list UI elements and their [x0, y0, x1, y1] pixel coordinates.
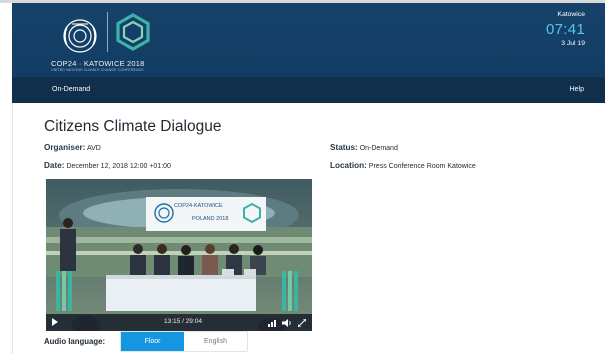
- event-subtitle: UNITED NATIONS CLIMATE CHANGE CONFERENCE: [51, 68, 144, 72]
- backdrop-text-2: POLAND 2018: [192, 216, 229, 222]
- audio-language-label: Audio language:: [44, 337, 106, 346]
- video-controls: 13:15 / 29:04: [46, 314, 312, 331]
- nav-help-link[interactable]: Help: [570, 86, 584, 93]
- clock-time: 07:41: [545, 21, 585, 38]
- clock-location: Katowice: [557, 11, 585, 18]
- organiser-value: AVD: [86, 145, 101, 152]
- fullscreen-icon[interactable]: [298, 319, 306, 327]
- clock-date: 3 Jul 19: [561, 40, 585, 47]
- un-climate-logo-icon: [63, 19, 97, 53]
- location-label: Location:: [330, 161, 367, 170]
- content-left-border: [12, 103, 13, 354]
- video-timecode: 13:15 / 29:04: [164, 318, 202, 325]
- video-player[interactable]: COP24·KATOWICE POLAND 2018: [46, 179, 312, 331]
- date-row: Date: December 12, 2018 12:00 +01:00: [44, 161, 171, 170]
- video-frame: [46, 179, 312, 331]
- nav-on-demand-link[interactable]: On-Demand: [52, 86, 90, 93]
- status-row: Status: On-Demand: [330, 143, 398, 152]
- local-clock: Katowice 07:41 3 Jul 19: [546, 11, 585, 47]
- backdrop-text-1: COP24·KATOWICE: [174, 203, 223, 209]
- event-title: COP24 · KATOWICE 2018: [51, 59, 145, 68]
- cop24-hexagon-logo-icon: [116, 13, 150, 51]
- audio-language-selector: Floor English: [120, 331, 248, 352]
- volume-icon[interactable]: [282, 319, 292, 327]
- audio-option-english[interactable]: English: [184, 332, 247, 351]
- site-header: COP24 · KATOWICE 2018 UNITED NATIONS CLI…: [12, 3, 605, 77]
- status-label: Status:: [330, 143, 358, 152]
- location-row: Location: Press Conference Room Katowice: [330, 161, 476, 170]
- quality-icon[interactable]: [268, 319, 277, 327]
- play-icon[interactable]: [52, 318, 58, 326]
- location-value: Press Conference Room Katowice: [368, 163, 476, 170]
- audio-option-floor[interactable]: Floor: [121, 332, 184, 351]
- logo-divider: [107, 12, 108, 52]
- date-value: December 12, 2018 12:00 +01:00: [66, 163, 171, 170]
- page-title: Citizens Climate Dialogue: [44, 118, 222, 135]
- status-value: On-Demand: [359, 145, 398, 152]
- date-label: Date:: [44, 161, 65, 170]
- main-nav: On-Demand Help: [12, 77, 605, 103]
- organiser-row: Organiser: AVD: [44, 143, 101, 152]
- organiser-label: Organiser:: [44, 143, 86, 152]
